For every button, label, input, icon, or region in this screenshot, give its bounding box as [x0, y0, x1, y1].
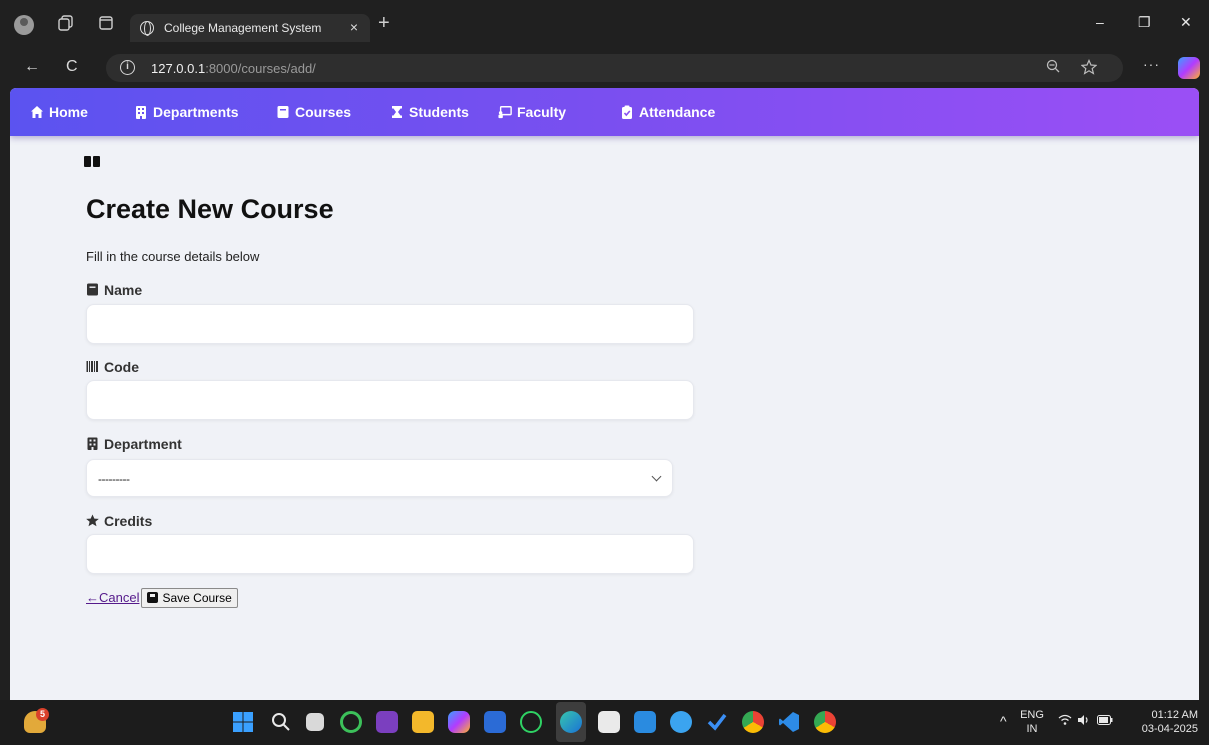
chalkboard-icon	[498, 106, 512, 119]
clock[interactable]: 01:12 AM 03-04-2025	[1126, 708, 1198, 736]
home-icon	[31, 106, 43, 118]
page-viewport: Home Departments Courses Students Facult…	[10, 88, 1199, 700]
store-icon[interactable]	[598, 711, 620, 733]
copilot-icon[interactable]	[1178, 57, 1200, 79]
page-subtitle: Fill in the course details below	[86, 249, 260, 264]
copilot-app-icon[interactable]	[340, 711, 362, 733]
zoom-icon[interactable]	[1046, 59, 1060, 76]
notification-badge: 5	[36, 708, 49, 721]
open-book-icon	[84, 156, 100, 167]
nav-faculty[interactable]: Faculty	[498, 104, 566, 120]
tab-actions-icon[interactable]	[96, 15, 116, 35]
workspaces-icon[interactable]	[56, 15, 76, 35]
nav-home[interactable]: Home	[30, 104, 88, 120]
name-input[interactable]	[86, 304, 694, 344]
close-window-button[interactable]: ✕	[1180, 14, 1192, 31]
word-icon[interactable]	[484, 711, 506, 733]
top-navbar: Home Departments Courses Students Facult…	[10, 88, 1199, 136]
credits-input[interactable]	[86, 534, 694, 574]
edge-active-slot[interactable]	[556, 702, 586, 742]
site-info-icon[interactable]: i	[120, 60, 135, 75]
book-icon	[277, 106, 289, 118]
reload-button[interactable]: C	[66, 58, 78, 76]
barcode-icon	[86, 361, 98, 372]
tab-title: College Management System	[164, 21, 322, 35]
back-button[interactable]: ←	[24, 58, 40, 76]
address-bar-row: ← C i 127.0.0.1:8000/courses/add/	[0, 50, 1209, 86]
cancel-link[interactable]: ←Cancel	[86, 590, 139, 605]
chevron-down-icon	[651, 471, 662, 482]
new-tab-button[interactable]: +	[378, 12, 390, 35]
more-options-button[interactable]: ···	[1143, 56, 1160, 72]
task-view-icon[interactable]	[306, 713, 324, 731]
tray-overflow-icon[interactable]: ^	[1000, 714, 1007, 728]
file-explorer-icon[interactable]	[412, 711, 434, 733]
vscode-icon[interactable]	[778, 711, 800, 733]
language-indicator[interactable]: ENG IN	[1018, 708, 1046, 736]
building-icon	[136, 106, 146, 119]
nav-departments[interactable]: Departments	[134, 104, 239, 120]
browser-tab-bar: College Management System × + – ❐ ✕	[0, 0, 1209, 50]
start-icon[interactable]	[232, 711, 254, 733]
url-text[interactable]: 127.0.0.1:8000/courses/add/	[151, 61, 316, 76]
graduation-icon	[392, 106, 402, 118]
restore-button[interactable]: ❐	[1138, 14, 1151, 31]
name-label: Name	[86, 282, 142, 298]
building-icon	[87, 437, 98, 450]
chrome-icon[interactable]	[742, 711, 764, 733]
todo-icon[interactable]	[706, 711, 728, 733]
tab-close-icon[interactable]: ×	[350, 19, 358, 35]
search-icon[interactable]	[270, 711, 292, 733]
star-icon	[86, 514, 99, 527]
clipboard-icon	[622, 105, 632, 119]
profile-icon[interactable]	[14, 15, 34, 35]
arrow-left-icon: ←	[86, 590, 99, 605]
page-title: Create New Course	[86, 194, 334, 224]
copilot-taskbar-icon[interactable]	[448, 711, 470, 733]
tab-college-management[interactable]: College Management System ×	[130, 14, 370, 42]
taskbar: 5 ^ ENG IN 01:12 AM 03-04-2025	[0, 700, 1209, 745]
whatsapp-icon[interactable]	[520, 711, 542, 733]
code-label: Code	[86, 359, 139, 375]
myhp-icon[interactable]	[634, 711, 656, 733]
globe-icon	[140, 21, 154, 36]
nav-students[interactable]: Students	[390, 104, 469, 120]
favorite-star-icon[interactable]	[1080, 59, 1098, 78]
department-label: Department	[86, 436, 182, 452]
code-input[interactable]	[86, 380, 694, 420]
volume-icon[interactable]	[1077, 714, 1091, 730]
help-icon[interactable]	[670, 711, 692, 733]
save-course-button[interactable]: Save Course	[141, 588, 238, 608]
department-select[interactable]: ---------	[86, 459, 673, 497]
nav-attendance[interactable]: Attendance	[620, 104, 715, 120]
url-field[interactable]: i 127.0.0.1:8000/courses/add/	[106, 54, 1123, 82]
minimize-button[interactable]: –	[1096, 14, 1104, 30]
department-selected-value: ---------	[98, 472, 130, 486]
book-icon	[87, 283, 98, 296]
edge-icon	[560, 711, 582, 733]
save-disk-icon	[147, 592, 159, 603]
onenote-icon[interactable]	[376, 711, 398, 733]
wifi-icon[interactable]	[1058, 714, 1072, 730]
chrome-profile-icon[interactable]	[814, 711, 836, 733]
form-actions: ←Cancel Save Course	[86, 588, 238, 608]
nav-courses[interactable]: Courses	[276, 104, 351, 120]
credits-label: Credits	[86, 513, 152, 529]
battery-icon[interactable]	[1097, 715, 1113, 729]
